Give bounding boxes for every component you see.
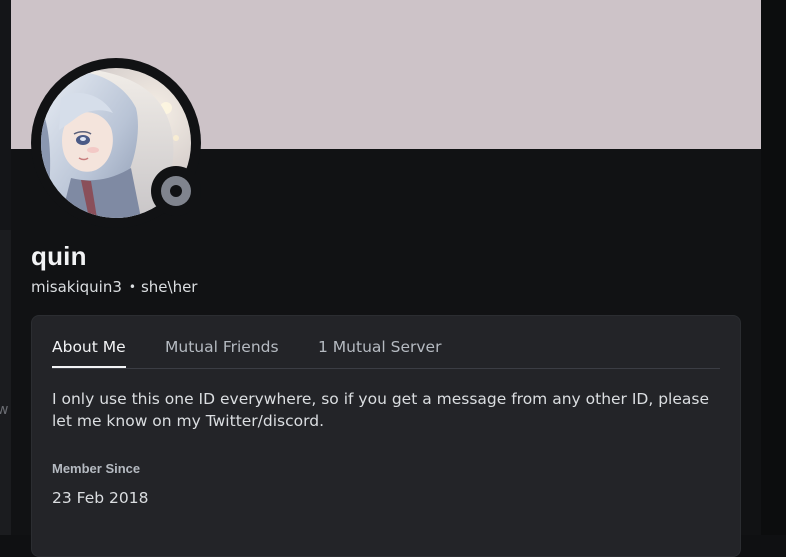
- offline-status-icon: [161, 176, 191, 206]
- username-line: misakiquin3 • she\her: [31, 278, 197, 296]
- status-indicator: [151, 166, 201, 216]
- tab-mutual-friends[interactable]: Mutual Friends: [165, 338, 279, 356]
- tab-about-me[interactable]: About Me: [52, 338, 126, 368]
- user-profile-modal: quin misakiquin3 • she\her About Me Mutual…: [11, 0, 761, 557]
- profile-tabs: About Me Mutual Friends 1 Mutual Server: [52, 334, 720, 369]
- tab-mutual-servers[interactable]: 1 Mutual Server: [318, 338, 441, 356]
- profile-info-card: About Me Mutual Friends 1 Mutual Server …: [31, 315, 741, 557]
- member-since-date: 23 Feb 2018: [52, 489, 149, 507]
- background-left-panel: w: [0, 0, 11, 535]
- background-right-panel: [761, 0, 786, 535]
- display-name: quin: [31, 241, 87, 271]
- about-me-text: I only use this one ID everywhere, so if…: [52, 390, 710, 430]
- background-sidebar: [0, 230, 11, 535]
- username[interactable]: misakiquin3: [31, 278, 122, 296]
- member-since-heading: Member Since: [52, 461, 141, 476]
- background-text-fragment: w: [0, 402, 9, 418]
- separator-dot: •: [128, 280, 136, 294]
- avatar-container[interactable]: [31, 58, 201, 228]
- pronouns: she\her: [140, 278, 198, 296]
